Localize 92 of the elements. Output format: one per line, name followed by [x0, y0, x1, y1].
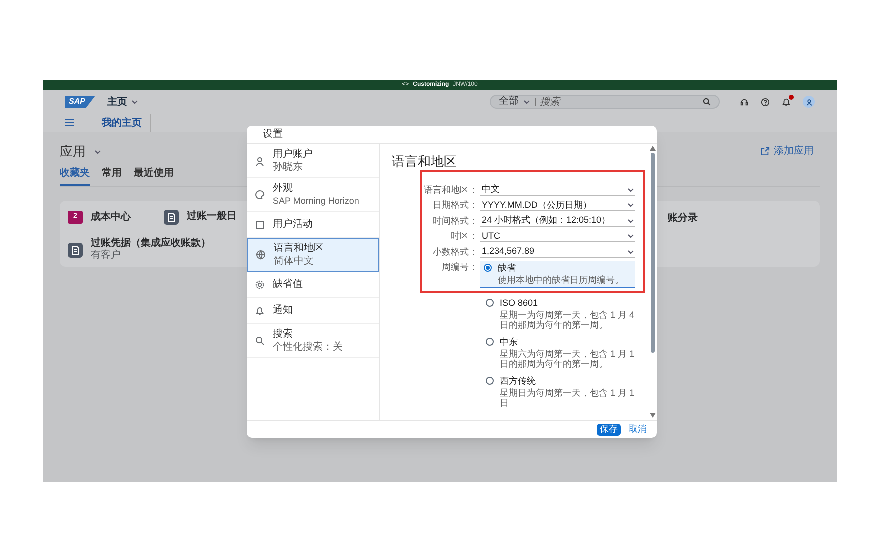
- option-description: 星期一为每周第一天，包含 1 月 4 日的那周为每年的第一周。: [500, 310, 636, 330]
- week-option[interactable]: 中东 星期六为每周第一天，包含 1 月 1 日的那周为每年的第一周。: [482, 335, 643, 371]
- week-option[interactable]: ISO 8601 星期一为每周第一天，包含 1 月 4 日的那周为每年的第一周。: [482, 296, 643, 332]
- palette-icon: [255, 190, 265, 200]
- apps-tab[interactable]: 收藏夹: [60, 166, 90, 186]
- option-title: 中东: [500, 337, 519, 347]
- field-label: 周编号：: [441, 261, 479, 274]
- add-icon: [761, 147, 770, 156]
- section-title: 应用: [60, 143, 86, 161]
- radio-button[interactable]: [486, 338, 494, 346]
- select-value: 中文: [482, 185, 500, 194]
- dialog-button[interactable]: 保存: [597, 424, 621, 436]
- field-label: 小数格式：: [432, 246, 479, 258]
- add-app-link[interactable]: 添加应用: [761, 144, 814, 160]
- person-icon: [806, 98, 812, 106]
- option-title: 缺省: [498, 263, 517, 273]
- globe-icon: [256, 250, 266, 260]
- settings-nav-item[interactable]: 通知: [247, 298, 379, 324]
- field-label: 日期格式：: [432, 199, 479, 212]
- apps-tab[interactable]: 最近使用: [134, 166, 174, 186]
- select-field[interactable]: 中文: [480, 184, 635, 196]
- option-title: 西方传统: [500, 376, 537, 386]
- document-icon: [164, 210, 179, 224]
- chevron-down-icon: [131, 98, 140, 106]
- settings-nav-item[interactable]: 缺省值: [247, 272, 379, 298]
- nav-label: 外观: [273, 182, 294, 194]
- nav-sublabel: SAP Morning Horizon: [273, 194, 360, 208]
- field-label: 时区：: [450, 230, 479, 243]
- tile-title[interactable]: 过账凭据（集成应收账款）: [91, 238, 211, 250]
- nav-label: 通知: [273, 304, 293, 317]
- select-field[interactable]: 24 小时格式（例如：12:05:10）: [480, 216, 635, 227]
- select-field[interactable]: 1,234,567.89: [480, 246, 635, 258]
- search-field[interactable]: 全部 搜索: [490, 95, 720, 109]
- settings-nav-item[interactable]: 外观 SAP Morning Horizon: [247, 178, 379, 212]
- dialog-title: 设置: [263, 128, 283, 142]
- chevron-down-icon: [94, 148, 102, 156]
- field-label: 语言和地区：: [423, 184, 479, 196]
- nav-sublabel: 个性化搜索：关: [273, 340, 343, 354]
- select-field[interactable]: YYYY.MM.DD（公历日期）: [480, 200, 635, 212]
- select-value: YYYY.MM.DD（公历日期）: [482, 200, 592, 210]
- gear-icon: [255, 280, 265, 290]
- scroll-down-icon: [650, 413, 656, 418]
- select-value: 1,234,567.89: [482, 247, 535, 256]
- select-value: 24 小时格式（例如：12:05:10）: [482, 216, 611, 226]
- field-label: 时间格式：: [432, 214, 479, 228]
- pane-title: 语言和地区: [392, 153, 458, 171]
- tile-title[interactable]: 账分录: [668, 213, 698, 224]
- menu-icon[interactable]: [65, 119, 74, 127]
- help-icon[interactable]: [761, 98, 770, 106]
- logo[interactable]: SAP: [65, 96, 96, 108]
- week-option[interactable]: 西方传统 星期日为每周第一天，包含 1 月 1 日: [482, 374, 643, 410]
- avatar[interactable]: [803, 96, 815, 108]
- nav-sublabel: 简体中文: [274, 255, 315, 268]
- apps-tab[interactable]: 常用: [102, 166, 122, 186]
- settings-nav-item[interactable]: 语言和地区 简体中文: [247, 238, 379, 272]
- page-tab[interactable]: 我的主页: [94, 114, 151, 132]
- option-title: ISO 8601: [500, 298, 540, 308]
- option-description: 星期日为每周第一天，包含 1 月 1 日: [500, 388, 636, 408]
- option-description: 星期六为每周第一天，包含 1 月 1 日的那周为每年的第一周。: [500, 349, 636, 369]
- search-input[interactable]: 搜索: [540, 94, 699, 110]
- chevron-down-icon: [523, 98, 531, 106]
- person-icon: [255, 156, 265, 166]
- search-scope[interactable]: 全部: [499, 97, 519, 107]
- dialog-button[interactable]: 取消: [627, 424, 649, 436]
- option-description: 使用本地中的缺省日历周编号。: [498, 275, 624, 285]
- settings-nav-item[interactable]: 用户账户 孙晓东: [247, 144, 379, 178]
- nav-sublabel: 孙晓东: [273, 160, 304, 174]
- nav-label: 语言和地区: [274, 242, 324, 255]
- bell-icon: [255, 306, 265, 316]
- square-icon: [255, 220, 265, 230]
- select-value: UTC: [482, 232, 500, 241]
- tile-subtitle: 有客户: [91, 250, 122, 262]
- nav-label: 用户活动: [273, 218, 313, 231]
- radio-button[interactable]: [486, 299, 494, 307]
- tile-title[interactable]: 成本中心: [91, 210, 131, 224]
- search-icon[interactable]: [703, 98, 711, 106]
- search-icon: [255, 336, 265, 346]
- scrollbar[interactable]: [649, 144, 657, 420]
- week-option[interactable]: 缺省 使用本地中的缺省日历周编号。: [480, 261, 635, 288]
- radio-button[interactable]: [486, 377, 494, 385]
- nav-label: 用户账户: [273, 148, 313, 160]
- bell-icon[interactable]: [782, 98, 791, 106]
- nav-label: 搜索: [273, 328, 294, 340]
- headset-icon[interactable]: [740, 98, 749, 106]
- tile-title[interactable]: 过账一般日: [187, 211, 237, 223]
- home-menu[interactable]: 主页: [107, 94, 140, 110]
- scroll-up-icon: [650, 146, 656, 151]
- radio-button[interactable]: [484, 264, 492, 272]
- settings-nav-item[interactable]: 搜索 个性化搜索：关: [247, 324, 379, 358]
- nav-label: 缺省值: [273, 278, 303, 291]
- select-field[interactable]: UTC: [480, 231, 635, 242]
- document-icon: [68, 242, 83, 258]
